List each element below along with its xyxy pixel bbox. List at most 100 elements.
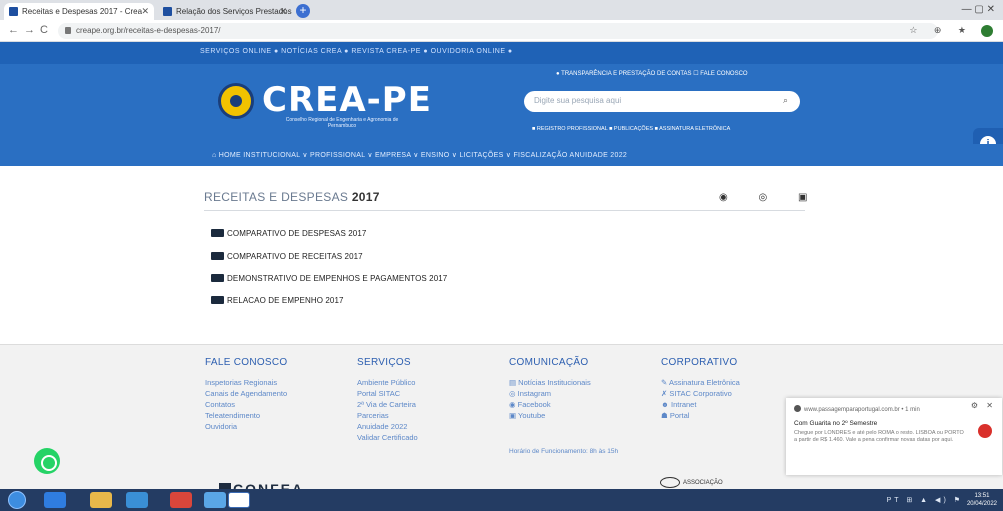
footer-link[interactable]: ◎ Instagram: [509, 388, 591, 399]
footer-link[interactable]: Contatos: [205, 399, 288, 410]
users-icon: ☻: [661, 400, 671, 409]
footer-link[interactable]: Inspetorias Regionais: [205, 377, 288, 388]
footer-link[interactable]: Teleatendimento: [205, 410, 288, 421]
lock-icon: [65, 27, 71, 34]
footer-link[interactable]: Canais de Agendamento: [205, 388, 288, 399]
folder-icon: [211, 296, 224, 304]
title-divider: [204, 210, 805, 211]
file-explorer-icon[interactable]: [90, 492, 112, 508]
word-icon[interactable]: [228, 492, 250, 508]
browser-tab-active[interactable]: Receitas e Despesas 2017 - Crea ✕: [4, 3, 154, 20]
search-icon[interactable]: ⌕: [783, 95, 788, 106]
footer-link[interactable]: Ambiente Público: [357, 377, 418, 388]
opening-hours: Horário de Funcionamento: 8h às 15h: [509, 448, 619, 455]
new-tab-button[interactable]: +: [296, 4, 310, 18]
footer-link[interactable]: ✎ Assinatura Eletrônica: [661, 377, 740, 388]
file-label: DEMONSTRATIVO DE EMPENHOS E PAGAMENTOS 2…: [227, 274, 448, 283]
clock-time: 13:51: [974, 493, 990, 499]
window-controls[interactable]: — ▢ ✕: [962, 4, 995, 15]
footer-col-comunicacao: COMUNICAÇÃO ▤ Notícias Institucionais ◎ …: [509, 357, 591, 421]
notification-controls[interactable]: ⚙ ✕: [971, 401, 996, 410]
footer-link-label: Notícias Institucionais: [518, 378, 591, 387]
nav-items[interactable]: ⌂ HOME INSTITUCIONAL ∨ PROFISSIONAL ∨ EM…: [212, 151, 627, 159]
footer-link[interactable]: ▣ Youtube: [509, 410, 591, 421]
footer-link[interactable]: ✗ SITAC Corporativo: [661, 388, 740, 399]
signature-icon: ✎: [661, 378, 669, 387]
system-tray[interactable]: PT ⊞ ▲ ◀) ⚑: [887, 496, 963, 504]
logo-subtitle: Conselho Regional de Engenharia e Agrono…: [285, 117, 399, 129]
whatsapp-icon[interactable]: [34, 448, 60, 474]
footer-link[interactable]: ☗ Portal: [661, 410, 740, 421]
crea-favicon-icon: [163, 7, 172, 16]
footer-col-servicos: SERVIÇOS Ambiente Público Portal SITAC 2…: [357, 357, 418, 443]
close-tab-icon[interactable]: ✕: [141, 6, 149, 17]
footer-link[interactable]: Ouvidoria: [205, 421, 288, 432]
page-title-prefix: RECEITAS E DESPESAS: [204, 190, 349, 204]
page-title: RECEITAS E DESPESAS 2017: [204, 190, 380, 204]
push-notification[interactable]: www.passagemparaportugal.com.br • 1 min …: [786, 398, 1002, 475]
site-header: CREA-PE Conselho Regional de Engenharia …: [0, 64, 1003, 144]
footer-link[interactable]: Parcerias: [357, 410, 418, 421]
file-link[interactable]: DEMONSTRATIVO DE EMPENHOS E PAGAMENTOS 2…: [211, 274, 447, 283]
internet-explorer-icon[interactable]: [44, 492, 66, 508]
forward-button[interactable]: →: [24, 24, 35, 36]
windows-taskbar: PT ⊞ ▲ ◀) ⚑ 13:51 20/04/2022: [0, 489, 1003, 511]
reload-button[interactable]: C: [40, 24, 48, 36]
portal-icon: ☗: [661, 411, 670, 420]
footer-heading: CORPORATIVO: [661, 357, 738, 368]
taskbar-clock[interactable]: 13:51 20/04/2022: [967, 492, 997, 508]
tab-title: Relação dos Serviços Prestados: [176, 7, 292, 16]
close-tab-icon[interactable]: ✕: [279, 6, 287, 17]
crea-favicon-icon: [9, 7, 18, 16]
chrome-icon: [794, 405, 801, 412]
clock-date: 20/04/2022: [966, 501, 997, 507]
address-bar[interactable]: creape.org.br/receitas-e-despesas-2017/: [58, 23, 938, 39]
file-label: COMPARATIVO DE RECEITAS 2017: [227, 252, 363, 261]
file-link[interactable]: COMPARATIVO DE RECEITAS 2017: [211, 252, 363, 261]
notification-title: Com Guarita no 2º Semestre: [794, 420, 878, 427]
footer-link[interactable]: ▤ Notícias Institucionais: [509, 377, 591, 388]
start-icon[interactable]: [8, 491, 26, 509]
file-label: RELACAO DE EMPENHO 2017: [227, 296, 344, 305]
header-links[interactable]: ● TRANSPARÊNCIA E PRESTAÇÃO DE CONTAS ☐ …: [556, 70, 748, 77]
footer-link[interactable]: 2ª Via de Carteira: [357, 399, 418, 410]
folder-icon: [211, 229, 224, 237]
browser-toolbar: ← → C creape.org.br/receitas-e-despesas-…: [0, 20, 1003, 42]
file-link[interactable]: RELACAO DE EMPENHO 2017: [211, 296, 344, 305]
social-icons[interactable]: ◉ ◎ ▣: [719, 192, 821, 203]
header-sub-links[interactable]: ■ REGISTRO PROFISSIONAL ■ PUBLICAÇÕES ■ …: [532, 126, 730, 132]
chrome-icon[interactable]: [170, 492, 192, 508]
notification-source-text: www.passagemparaportugal.com.br • 1 min: [804, 407, 920, 413]
footer-heading: SERVIÇOS: [357, 357, 411, 368]
footer-link[interactable]: ◉ Facebook: [509, 399, 591, 410]
footer-col-corporativo: CORPORATIVO ✎ Assinatura Eletrônica ✗ SI…: [661, 357, 740, 421]
media-player-icon[interactable]: [126, 492, 148, 508]
footer-link[interactable]: Anuidade 2022: [357, 421, 418, 432]
footer-link-label: Assinatura Eletrônica: [668, 378, 740, 387]
search-placeholder: Digite sua pesquisa aqui: [534, 96, 622, 105]
associacao-label: ASSOCIAÇÃO: [683, 480, 723, 487]
extension-icons[interactable]: ☆ ⊕ ★: [909, 25, 973, 36]
footer-link[interactable]: ☻ Intranet: [661, 399, 740, 410]
crea-logo-icon[interactable]: [218, 83, 254, 119]
profile-avatar[interactable]: [981, 25, 993, 37]
tab-title: Receitas e Despesas 2017 - Crea: [22, 7, 143, 16]
file-label: COMPARATIVO DE DESPESAS 2017: [227, 229, 367, 238]
footer-link-label: Portal: [669, 411, 690, 420]
associacao-logo[interactable]: ASSOCIAÇÃO: [660, 477, 723, 488]
footer-link-label: SITAC Corporativo: [669, 389, 732, 398]
folder-icon: [211, 252, 224, 260]
notification-source: www.passagemparaportugal.com.br • 1 min: [794, 405, 920, 413]
footer-heading: FALE CONOSCO: [205, 357, 288, 368]
browser-tab-bar: Receitas e Despesas 2017 - Crea ✕ Relaçã…: [0, 0, 1003, 20]
browser-tab[interactable]: Relação dos Serviços Prestados ✕: [158, 3, 292, 20]
footer-link[interactable]: Portal SITAC: [357, 388, 418, 399]
back-button[interactable]: ←: [8, 24, 19, 36]
footer-link-label: Youtube: [518, 411, 546, 420]
footer-link[interactable]: Validar Certificado: [357, 432, 418, 443]
file-link[interactable]: COMPARATIVO DE DESPESAS 2017: [211, 229, 366, 238]
site-search-input[interactable]: Digite sua pesquisa aqui ⌕: [524, 91, 800, 112]
folder-icon[interactable]: [204, 492, 226, 508]
logo-text[interactable]: CREA-PE: [262, 80, 432, 120]
top-links[interactable]: SERVIÇOS ONLINE ● NOTÍCIAS CREA ● REVIST…: [200, 48, 513, 55]
